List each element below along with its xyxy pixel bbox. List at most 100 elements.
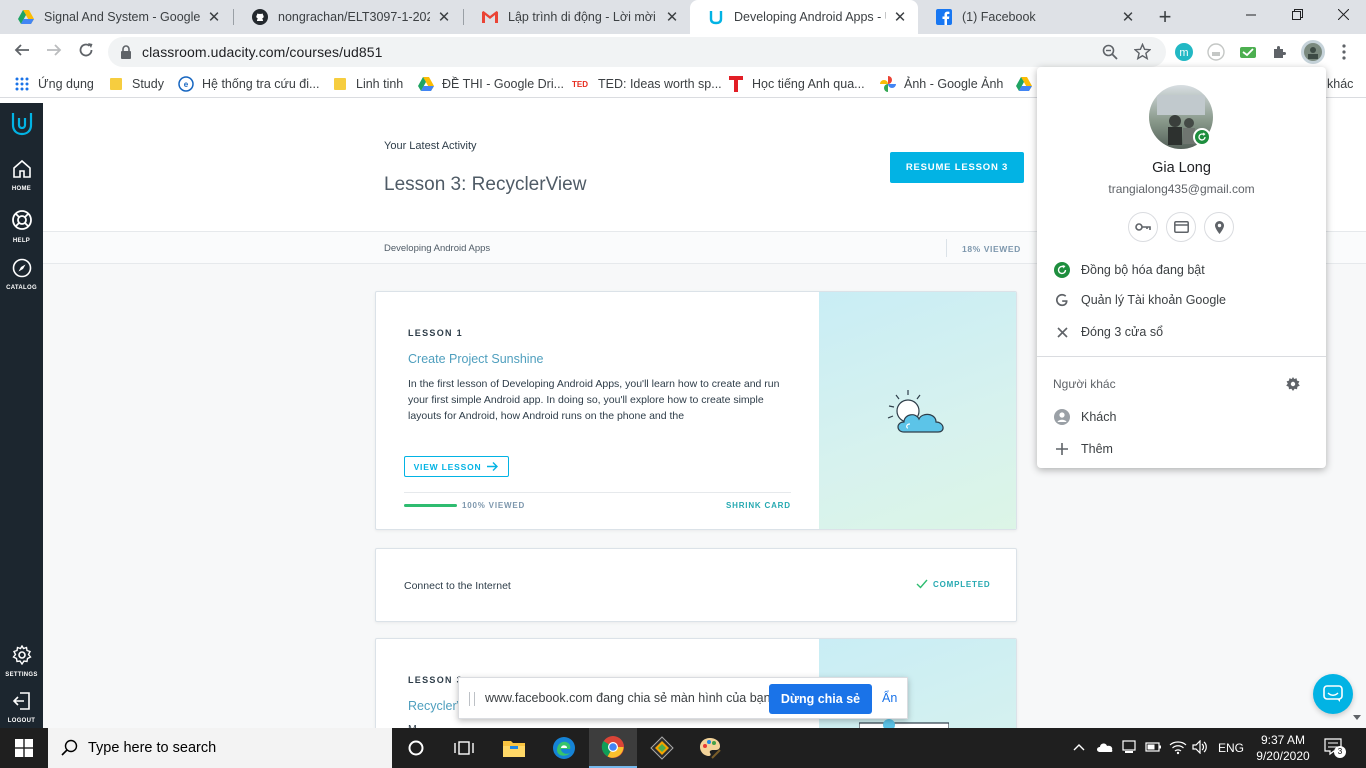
paint-button[interactable] (686, 728, 734, 768)
task-view-icon (454, 741, 474, 755)
battery-icon[interactable] (1144, 740, 1162, 759)
sidebar-item-help[interactable]: HELP (0, 209, 43, 244)
close-window-button[interactable] (1320, 0, 1366, 30)
help-lifebuoy-icon (11, 210, 32, 230)
cortana-button[interactable] (392, 728, 440, 768)
minimize-button[interactable] (1228, 0, 1274, 30)
lesson-illustration (819, 292, 1016, 529)
clock[interactable]: 9:37 AM 9/20/2020 (1252, 732, 1314, 764)
bookmark-ted[interactable]: TED TED: Ideas worth sp... (572, 75, 722, 93)
tab-strip: Signal And System - Google Dr ✕ nongrach… (0, 0, 1366, 34)
chat-button[interactable] (1313, 674, 1353, 714)
taskbar-search-box[interactable]: Type here to search (48, 728, 392, 768)
windows-taskbar: Type here to search ENG 9:37 AM 9/20/202 (0, 728, 1366, 768)
lesson-progress-fill (404, 504, 457, 507)
sidebar-item-settings[interactable]: SETTINGS (0, 644, 43, 678)
extensions-puzzle-icon[interactable] (1270, 42, 1290, 62)
forward-button[interactable] (42, 40, 66, 64)
chrome-menu-icon[interactable] (1334, 42, 1354, 62)
zoom-icon[interactable] (1102, 44, 1118, 65)
tab-gmail[interactable]: Lập trình di động - Lời mời cộn ✕ (464, 0, 690, 34)
sidebar-item-catalog[interactable]: CATALOG (0, 258, 43, 291)
latest-activity-heading: Your Latest Activity (384, 140, 477, 152)
lock-icon[interactable] (120, 45, 132, 64)
language-indicator[interactable]: ENG (1218, 741, 1244, 755)
close-tab-icon[interactable]: ✕ (206, 8, 222, 26)
tab-facebook[interactable]: (1) Facebook ✕ (918, 0, 1146, 34)
manage-people-gear-icon[interactable] (1285, 376, 1301, 397)
volume-icon[interactable] (1192, 739, 1208, 759)
app-button-diamond[interactable] (638, 728, 686, 768)
drag-handle-icon[interactable] (469, 692, 475, 706)
payment-methods-button[interactable] (1166, 212, 1196, 242)
key-icon (1135, 223, 1151, 231)
manage-google-account-item[interactable]: Quản lý Tài khoản Google (1053, 289, 1226, 311)
tab-signal-and-system[interactable]: Signal And System - Google Dr ✕ (0, 0, 232, 34)
new-tab-button[interactable]: + (1152, 4, 1178, 30)
other-bookmarks[interactable]: khác (1327, 75, 1353, 93)
close-tab-icon[interactable]: ✕ (436, 8, 452, 26)
addresses-button[interactable] (1204, 212, 1234, 242)
bookmark-de-thi[interactable]: ĐỀ THI - Google Dri... (418, 75, 564, 93)
onedrive-cloud-icon[interactable] (1096, 740, 1114, 759)
close-windows-item[interactable]: Đóng 3 cửa sổ (1053, 321, 1163, 343)
stop-sharing-button[interactable]: Dừng chia sẻ (769, 684, 872, 714)
resume-lesson-button[interactable]: RESUME LESSON 3 (890, 152, 1024, 183)
extension-m-icon[interactable]: m (1174, 42, 1194, 62)
profile-popup: Gia Long trangialong435@gmail.com Đồng b… (1037, 67, 1326, 468)
udacity-logo[interactable] (0, 111, 43, 142)
bookmark-apps[interactable]: Ứng dụng (14, 75, 94, 93)
guest-profile-item[interactable]: Khách (1053, 406, 1116, 428)
passwords-button[interactable] (1128, 212, 1158, 242)
shrink-card-link[interactable]: SHRINK CARD (726, 501, 791, 510)
divider (1037, 356, 1326, 357)
reload-button[interactable] (74, 40, 98, 64)
tab-udacity-active[interactable]: Developing Android Apps - Uc ✕ (690, 0, 918, 34)
sidebar-item-home[interactable]: HOME (0, 159, 43, 192)
omnibox[interactable]: classroom.udacity.com/courses/ud851 (108, 37, 1166, 67)
latest-lesson-title[interactable]: Lesson 3: RecyclerView (384, 174, 586, 196)
close-tab-icon[interactable]: ✕ (892, 8, 908, 26)
bookmark-hoc-tieng-anh[interactable]: Học tiếng Anh qua... (728, 75, 865, 93)
lesson-card-2[interactable]: Connect to the Internet COMPLETED (375, 548, 1017, 622)
action-center-button[interactable]: 3 (1324, 738, 1346, 761)
start-button[interactable] (0, 728, 48, 768)
bookmark-star-icon[interactable] (1133, 42, 1152, 65)
bookmark-google-anh[interactable]: Ảnh - Google Ảnh (880, 75, 1003, 93)
close-tab-icon[interactable]: ✕ (1120, 8, 1136, 26)
menu-item-label: Đồng bộ hóa đang bật (1081, 263, 1205, 277)
task-view-button[interactable] (440, 728, 488, 768)
extension-green-icon[interactable] (1238, 42, 1258, 62)
bookmark-he-thong[interactable]: e Hệ thống tra cứu đi... (178, 75, 319, 93)
sync-on-item[interactable]: Đồng bộ hóa đang bật (1053, 259, 1205, 281)
show-hidden-icons-chevron-icon[interactable] (1072, 740, 1086, 759)
svg-text:TED: TED (572, 80, 588, 89)
sidebar-item-logout[interactable]: LOGOUT (0, 691, 43, 724)
hide-share-bar-link[interactable]: Ẩn (882, 691, 897, 705)
edge-button[interactable] (540, 728, 588, 768)
gear-icon (11, 644, 32, 666)
add-profile-item[interactable]: Thêm (1053, 438, 1113, 460)
view-lesson-button[interactable]: VIEW LESSON (404, 456, 509, 477)
bookmark-study[interactable]: Study (108, 75, 164, 93)
device-icon[interactable] (1122, 740, 1136, 759)
udacity-icon (708, 9, 724, 25)
checkmark-icon (916, 579, 928, 589)
bookmark-linh-tinh[interactable]: Linh tinh (332, 75, 403, 93)
back-button[interactable] (10, 40, 34, 64)
wifi-icon[interactable] (1169, 739, 1187, 760)
bookmark-label: Ảnh - Google Ảnh (904, 77, 1004, 91)
url-text[interactable]: classroom.udacity.com/courses/ud851 (142, 44, 383, 60)
scroll-down-arrow-icon[interactable] (1353, 715, 1361, 720)
restore-button[interactable] (1274, 0, 1320, 30)
extension-grey-icon[interactable] (1206, 42, 1226, 62)
chrome-taskbar-button[interactable] (589, 728, 637, 768)
close-tab-icon[interactable]: ✕ (664, 8, 680, 26)
sidebar-item-label: HOME (11, 186, 32, 192)
lesson-title[interactable]: RecyclerV (408, 699, 465, 713)
menu-item-label: Khách (1081, 410, 1117, 424)
profile-avatar-button[interactable] (1301, 40, 1325, 64)
tab-github[interactable]: nongrachan/ELT3097-1-2020: I ✕ (234, 0, 462, 34)
file-explorer-button[interactable] (490, 728, 538, 768)
lesson-title[interactable]: Create Project Sunshine (408, 352, 544, 366)
